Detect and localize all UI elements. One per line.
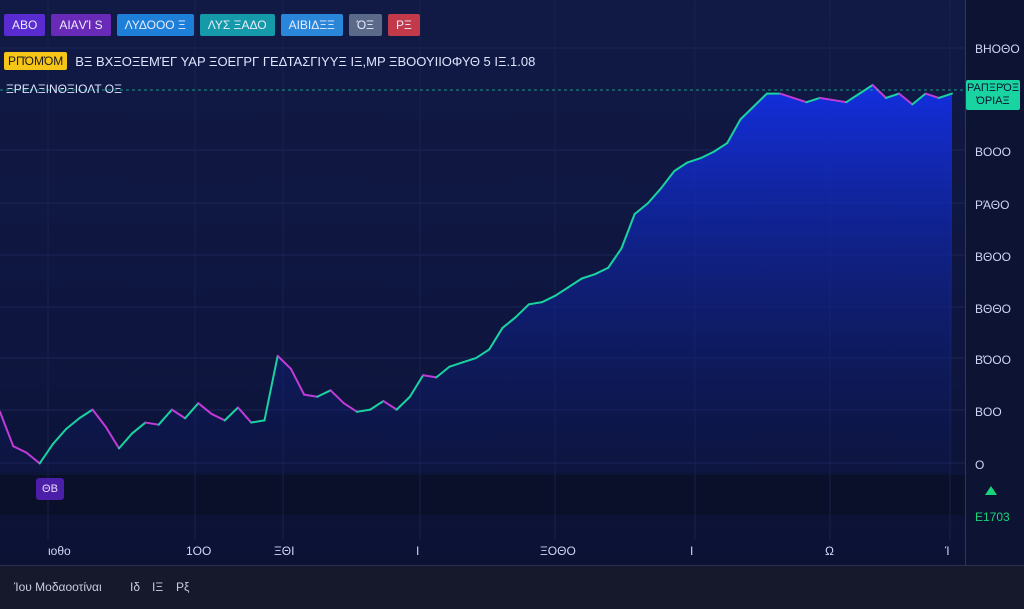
price-tag-line1: ΡΑΠΞΡΌΞ <box>967 82 1019 94</box>
x-tick-label: Ι <box>416 544 420 558</box>
toolbar-button-5[interactable]: ΌΞ <box>348 14 382 36</box>
x-tick-label: Ι <box>690 544 694 558</box>
y-tick-label: ΡΆΘΟ <box>975 198 1010 212</box>
y-tick-label: ΒΌΟΟ <box>975 353 1011 367</box>
footer-item-3[interactable]: Ρξ <box>176 580 189 594</box>
y-tick-label: ΒΟΟΟ <box>975 145 1012 159</box>
toolbar-button-3[interactable]: ΛΥΣ ΞΑΔΟ <box>199 14 275 36</box>
info-row: ΡΠΌΜΌΜ ΒΞ ΒΧΞΟΞΕΜΈΓ ΥΑΡ ΞΟΕΓΡΓ ΓΕΔΤΑΣΓΙΥ… <box>4 52 535 70</box>
toolbar-button-0[interactable]: ΑΒΟ <box>4 14 46 36</box>
chart-svg <box>0 0 965 540</box>
toolbar-button-1[interactable]: ΑΙΑVΊ S <box>51 14 111 36</box>
x-tick-label: ιοθο <box>48 544 71 558</box>
x-tick-label: 1ΟΟ <box>186 544 212 558</box>
x-tick-label: ΞΘΙ <box>274 544 295 558</box>
y-tick-label: ΒΟΟ <box>975 405 1002 419</box>
symbol-badge[interactable]: ΡΠΌΜΌΜ <box>4 52 68 70</box>
event-marker[interactable]: ΘΒ <box>36 478 64 500</box>
y-tick-label: Ο <box>975 458 985 472</box>
symbol-info-text: ΒΞ ΒΧΞΟΞΕΜΈΓ ΥΑΡ ΞΟΕΓΡΓ ΓΕΔΤΑΣΓΙΥΥΞ ΙΞ,Μ… <box>75 53 536 69</box>
price-area <box>0 85 952 472</box>
footer-item-1[interactable]: Ιδ <box>130 580 140 594</box>
indicator-label: ΞΡΕΛΞΙΝΘΞΙΟΛΤ ΟΞ <box>6 82 122 96</box>
footer-label[interactable]: Ίου Μοδαοοτίναι <box>14 580 102 594</box>
current-price-tag: ΡΑΠΞΡΌΞ ΌΡΙΑΞ <box>966 80 1020 110</box>
x-tick-label: Ί <box>945 544 950 558</box>
price-tag-line2: ΌΡΙΑΞ <box>976 95 1010 107</box>
toolbar-button-2[interactable]: ΛΥΔΟΟΟ Ξ <box>116 14 194 36</box>
indicator-value: Ε1703 <box>975 510 1010 524</box>
toolbar: ΑΒΟ ΑΙΑVΊ S ΛΥΔΟΟΟ Ξ ΛΥΣ ΞΑΔΟ ΑΙΒΙΔΞΞ ΌΞ ΡΞ <box>4 14 420 36</box>
toolbar-button-6[interactable]: ΡΞ <box>387 14 420 36</box>
y-tick-label: ΒΗΟΘΟ <box>975 42 1020 56</box>
x-tick-label: ΞΟΘΟ <box>540 544 576 558</box>
toolbar-button-4[interactable]: ΑΙΒΙΔΞΞ <box>280 14 343 36</box>
y-tick-label: ΒΘΘΟ <box>975 302 1012 316</box>
y-tick-label: ΒΘΟΟ <box>975 250 1012 264</box>
up-arrow-icon <box>985 486 997 495</box>
footer-item-2[interactable]: ΙΞ <box>152 580 163 594</box>
x-tick-label: Ω <box>825 544 834 558</box>
